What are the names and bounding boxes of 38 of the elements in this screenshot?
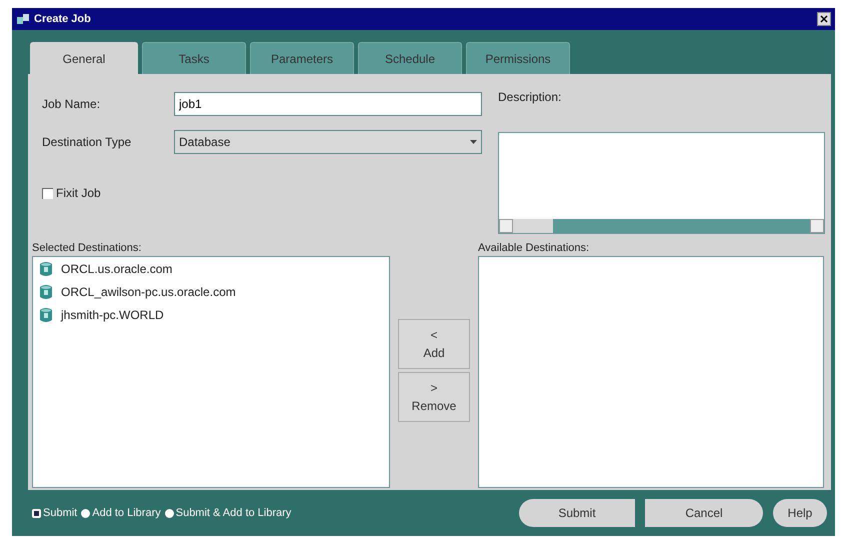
close-button[interactable] xyxy=(817,12,831,26)
radio-button[interactable] xyxy=(164,508,174,518)
app-icon xyxy=(16,13,30,25)
radio-button[interactable] xyxy=(81,508,90,518)
database-icon xyxy=(39,284,53,300)
tab[interactable]: Parameters xyxy=(250,42,354,74)
tab[interactable]: Permissions xyxy=(466,42,570,74)
window-title: Create Job xyxy=(34,13,92,25)
database-icon xyxy=(39,307,53,323)
checkbox[interactable] xyxy=(42,188,53,198)
description-field[interactable] xyxy=(498,132,825,234)
list-label: Available Destinations: xyxy=(478,242,590,254)
dialog-button[interactable]: Cancel xyxy=(645,499,763,527)
remove-button[interactable]: > Remove xyxy=(398,372,470,422)
close-icon xyxy=(820,15,828,23)
radio-button[interactable] xyxy=(32,508,41,518)
horizontal-scrollbar[interactable] xyxy=(499,219,824,233)
field-label: Destination Type xyxy=(42,135,132,149)
destination-type-dropdown[interactable]: Database xyxy=(174,130,482,154)
list-label: Selected Destinations: xyxy=(32,242,142,254)
checkbox-label: Fixit Job xyxy=(56,186,101,200)
add-button[interactable]: < Add xyxy=(398,318,470,368)
list-item[interactable]: ORCL_awilson-pc.us.oracle.com xyxy=(61,285,236,299)
database-icon xyxy=(39,261,53,277)
field-label: Job Name: xyxy=(42,97,102,111)
job-name-field[interactable]: job1 xyxy=(174,92,482,116)
dialog-button[interactable]: Submit xyxy=(519,499,635,527)
list-item[interactable]: jhsmith-pc.WORLD xyxy=(61,308,164,322)
radio-label: Submit xyxy=(43,507,78,519)
radio-label: Submit & Add to Library xyxy=(176,507,292,519)
tab[interactable]: General xyxy=(30,42,138,74)
caret-icon xyxy=(470,140,477,144)
list-item[interactable]: ORCL.us.oracle.com xyxy=(61,262,172,276)
tab[interactable]: Tasks xyxy=(142,42,246,74)
dialog-button[interactable]: Help xyxy=(773,499,827,527)
field-label: Description: xyxy=(498,90,562,104)
tab[interactable]: Schedule xyxy=(358,42,462,74)
radio-label: Add to Library xyxy=(92,507,161,519)
